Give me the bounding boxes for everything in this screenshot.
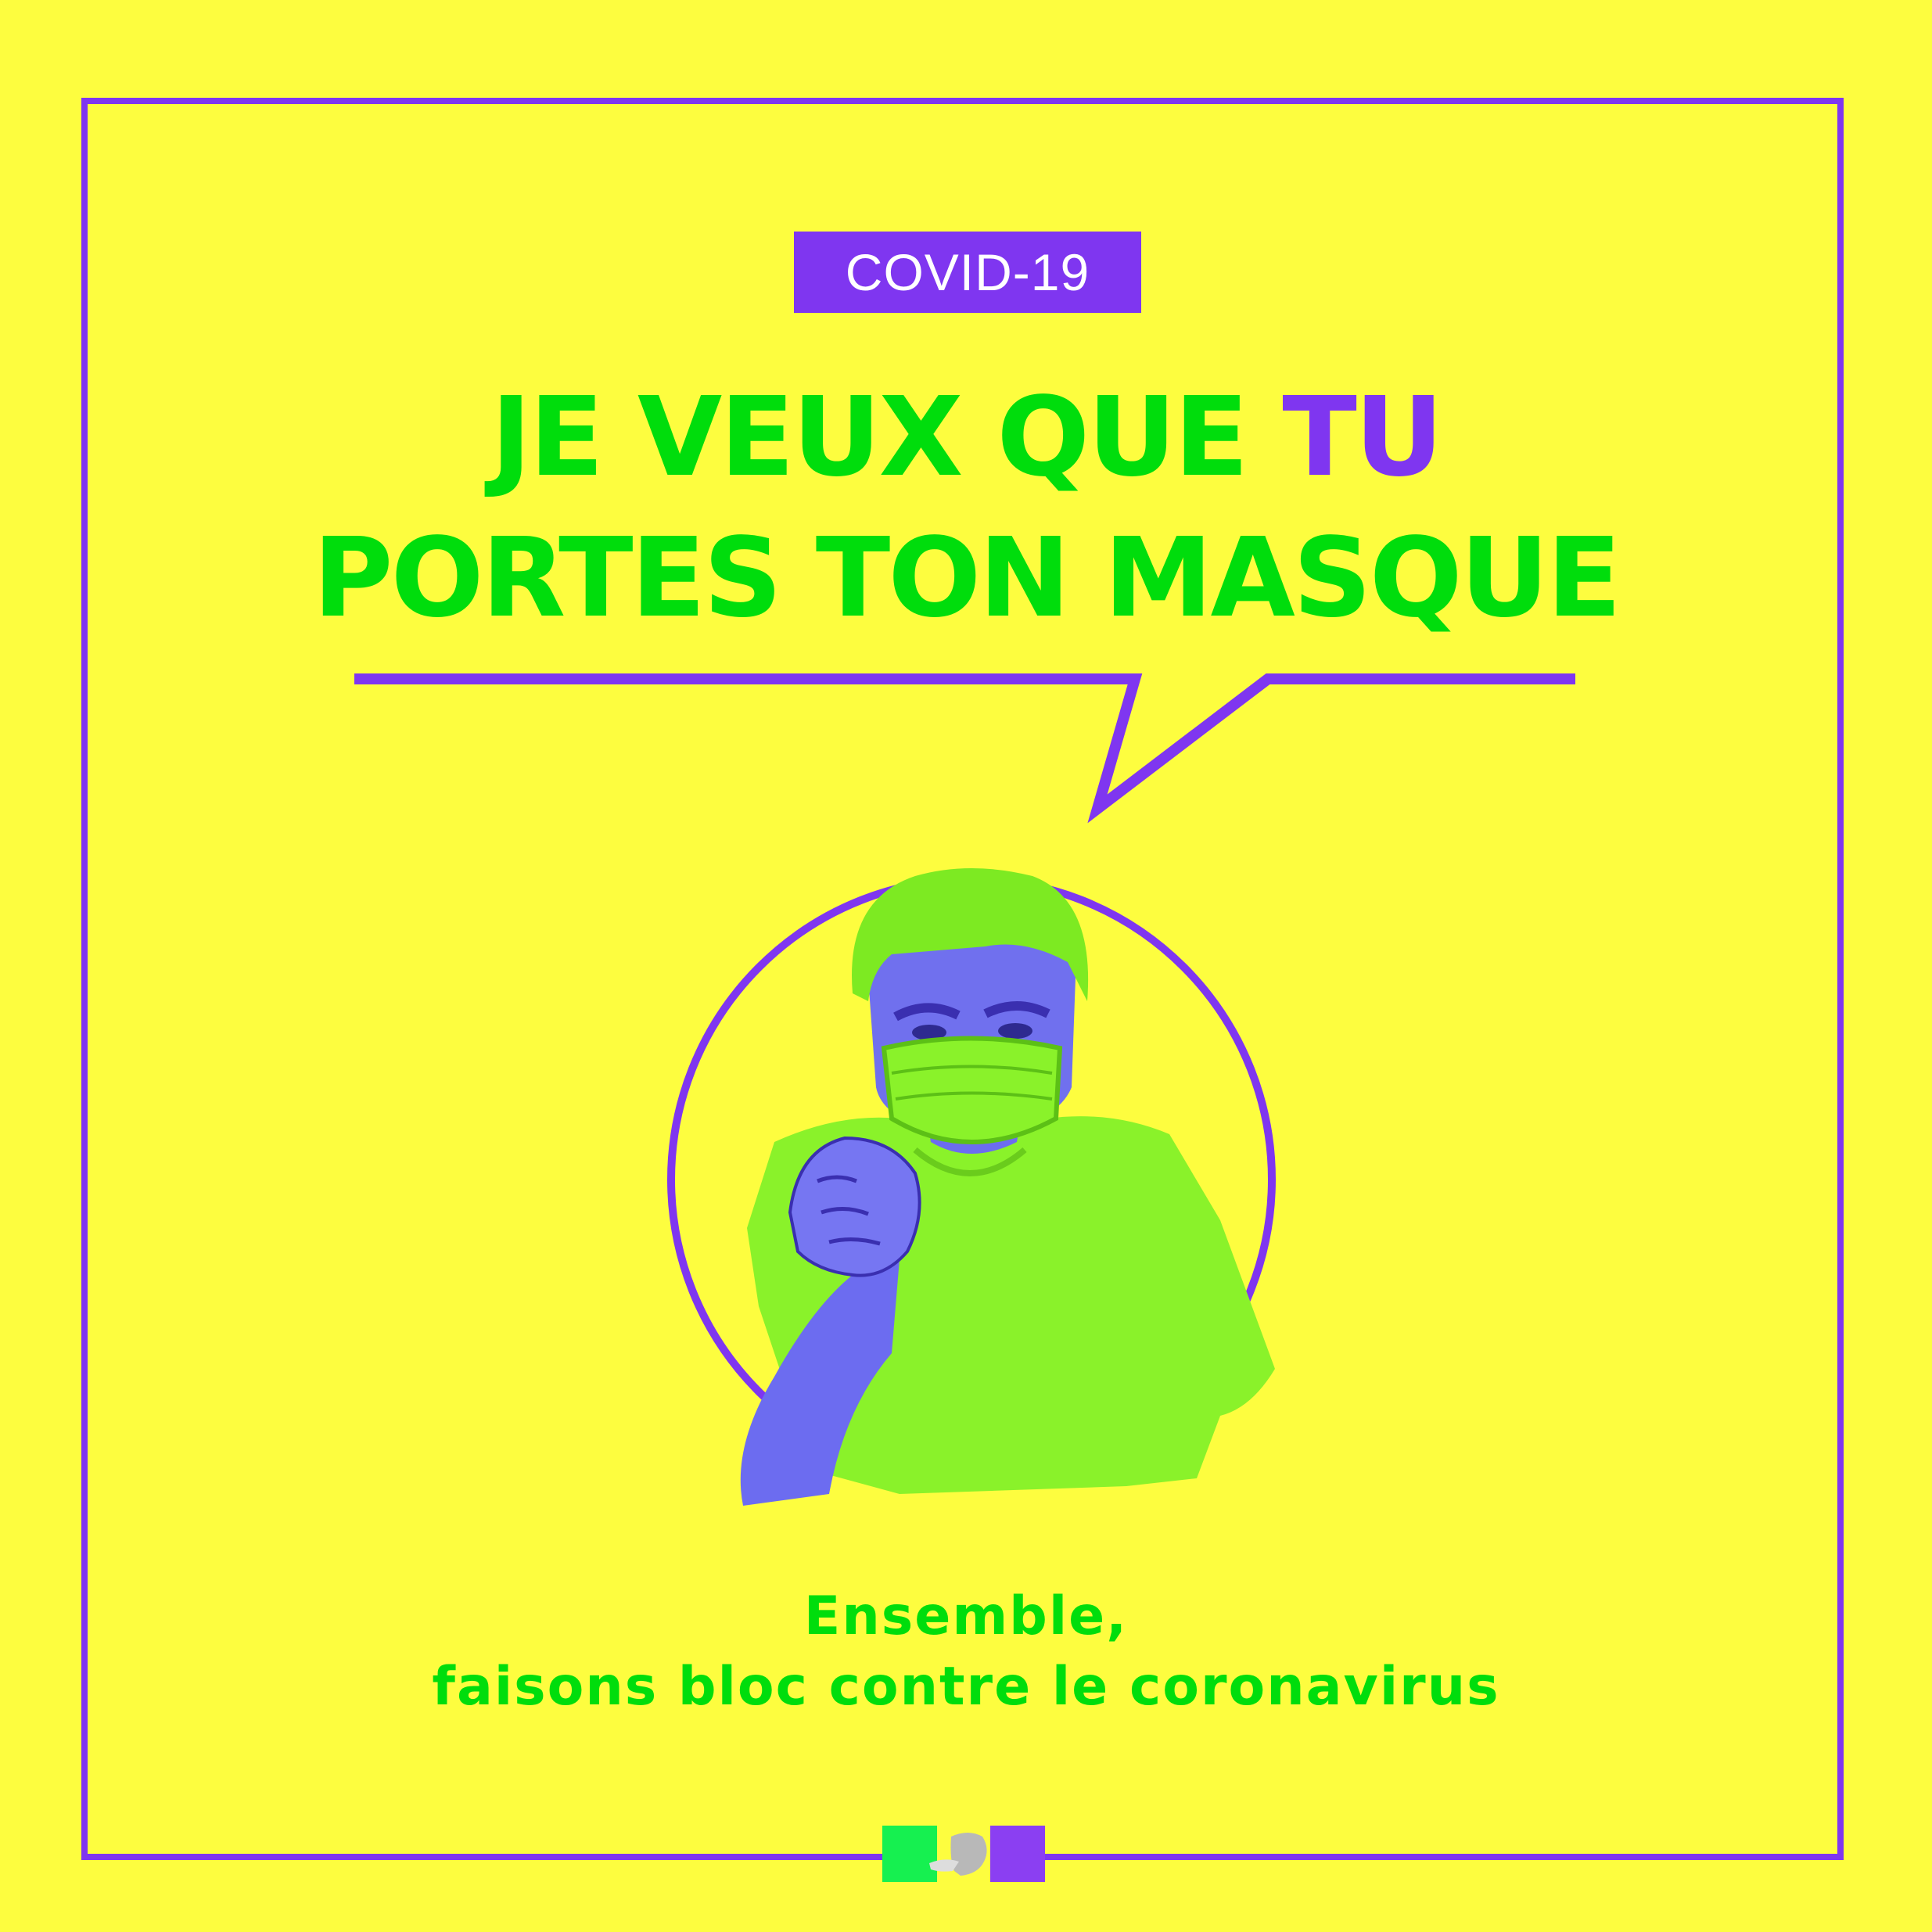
speech-bubble-icon [354,673,1575,824]
pointing-man-illustration [667,868,1276,1506]
tagline-line-2: faisons bloc contre le coronavirus [432,1656,1500,1718]
tagline-line-1: Ensemble, [803,1585,1129,1647]
marianne-logo-icon [882,1826,1045,1882]
pointing-fist [788,1136,921,1277]
face-mask [881,1036,1063,1144]
